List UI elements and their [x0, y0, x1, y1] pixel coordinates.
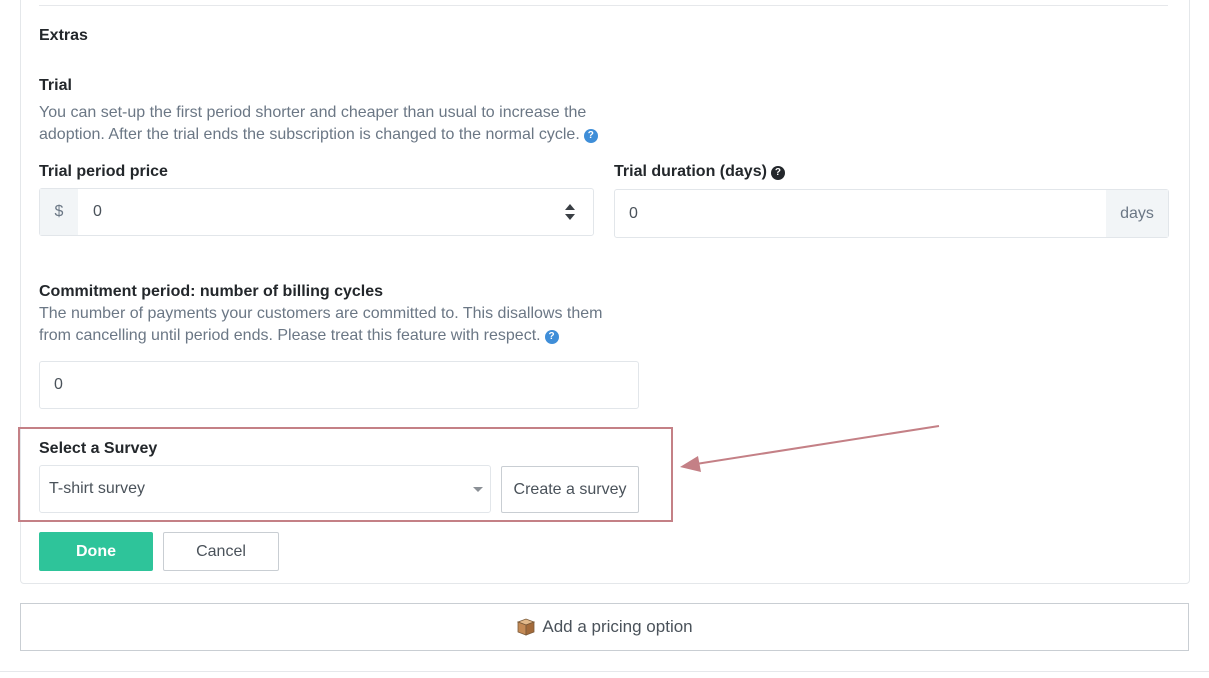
- question-circle-icon[interactable]: ?: [583, 129, 598, 143]
- trial-duration-input[interactable]: 0 days: [614, 189, 1169, 238]
- commitment-description-line1: The number of payments your customers ar…: [39, 305, 603, 322]
- add-pricing-option-button[interactable]: Add a pricing option: [20, 603, 1189, 651]
- survey-label: Select a Survey: [39, 440, 158, 457]
- trial-heading: Trial: [39, 77, 72, 94]
- commitment-value[interactable]: 0: [54, 376, 63, 394]
- trial-description: You can set-up the first period shorter …: [39, 102, 659, 146]
- trial-duration-label: Trial duration (days)?: [614, 163, 785, 181]
- commitment-input[interactable]: 0: [39, 361, 639, 409]
- survey-selected-value: T-shirt survey: [49, 480, 146, 497]
- cancel-button[interactable]: Cancel: [163, 532, 279, 571]
- number-spinner-icon[interactable]: [565, 203, 575, 221]
- currency-addon: $: [40, 189, 78, 235]
- trial-duration-value[interactable]: 0: [629, 205, 638, 223]
- commitment-heading: Commitment period: number of billing cyc…: [39, 283, 384, 300]
- done-button[interactable]: Done: [39, 532, 153, 571]
- trial-description-line1: You can set-up the first period shorter …: [39, 104, 587, 121]
- question-circle-icon[interactable]: ?: [770, 166, 785, 180]
- survey-select[interactable]: T-shirt survey: [39, 465, 491, 513]
- trial-price-label: Trial period price: [39, 163, 168, 180]
- divider: [39, 5, 1168, 6]
- commitment-description-line2: from cancelling until period ends. Pleas…: [39, 327, 541, 344]
- days-addon: days: [1106, 190, 1168, 237]
- trial-description-line2: adoption. After the trial ends the subsc…: [39, 126, 580, 143]
- trial-price-input[interactable]: $ 0: [39, 188, 594, 236]
- annotation-arrow: [680, 425, 940, 472]
- create-survey-button[interactable]: Create a survey: [501, 466, 639, 513]
- chevron-down-icon: [473, 487, 483, 492]
- commitment-description: The number of payments your customers ar…: [39, 303, 659, 347]
- trial-duration-label-text: Trial duration (days): [614, 163, 767, 180]
- extras-heading: Extras: [39, 27, 88, 44]
- box-icon: [517, 618, 536, 636]
- divider: [0, 671, 1209, 672]
- add-pricing-option-label: Add a pricing option: [542, 617, 693, 636]
- trial-price-value[interactable]: 0: [93, 203, 102, 221]
- question-circle-icon[interactable]: ?: [544, 330, 559, 344]
